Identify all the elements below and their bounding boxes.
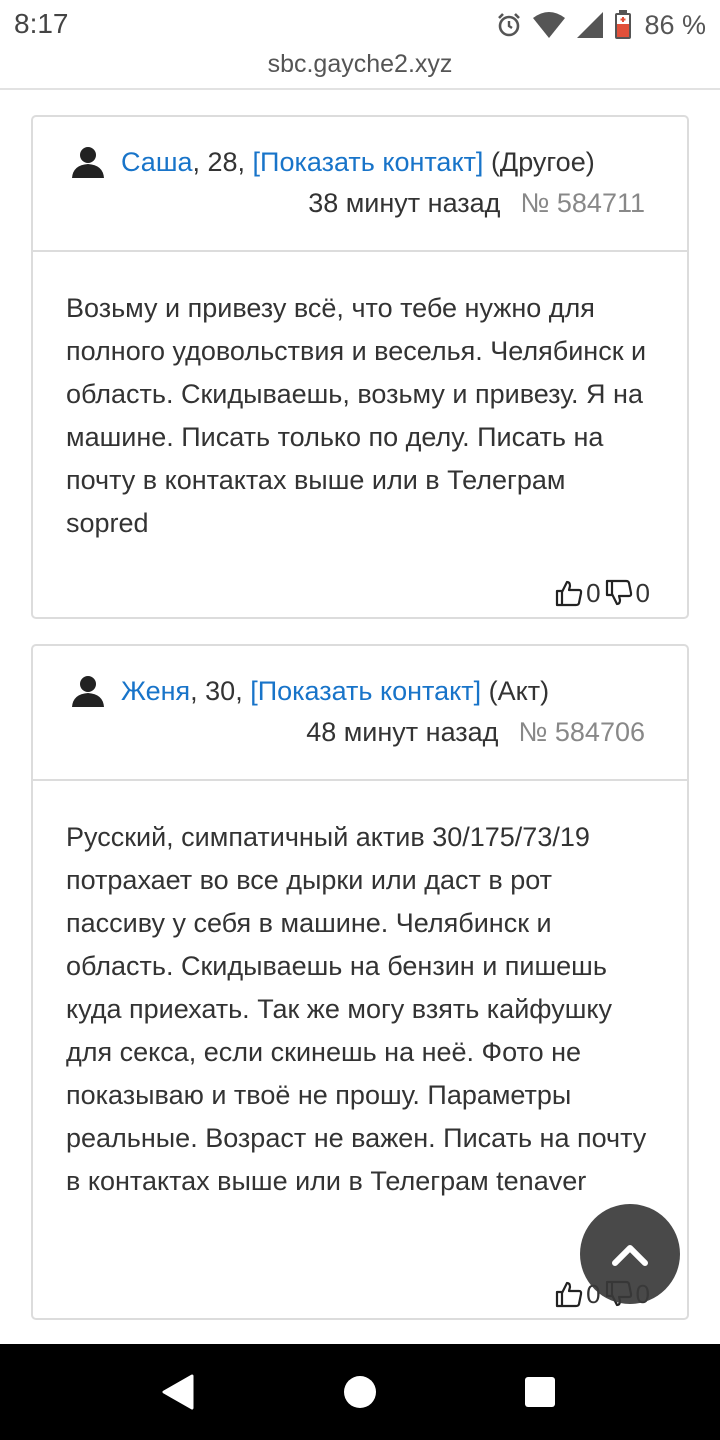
post-author-line: Женя , 30, [Показать контакт] (Акт) <box>71 674 549 708</box>
scroll-to-top-button[interactable] <box>580 1204 680 1304</box>
battery-percent: 86 % <box>644 9 706 40</box>
post-body: Русский, симпатичный актив 30/175/73/19 … <box>66 822 647 1196</box>
post-header: Женя , 30, [Показать контакт] (Акт) 48 м… <box>33 646 687 781</box>
post-meta: 38 минут назад № 584711 <box>308 188 645 219</box>
post-meta: 48 минут назад № 584706 <box>306 717 645 748</box>
author-age: , 28, <box>192 146 253 177</box>
post-number: № 584706 <box>518 717 645 747</box>
show-contact-link[interactable]: [Показать контакт] <box>250 676 481 707</box>
post-time: 48 минут назад <box>306 717 499 747</box>
author-role: (Другое) <box>483 146 595 177</box>
recents-icon[interactable] <box>525 1377 555 1407</box>
post-header: Саша , 28, [Показать контакт] (Другое) 3… <box>33 117 687 252</box>
post-author-line: Саша , 28, [Показать контакт] (Другое) <box>71 145 595 179</box>
post-number: № 584711 <box>520 188 645 218</box>
post-body: Возьму и привезу всё, что тебе нужно для… <box>66 293 647 538</box>
status-icons: 86 % <box>496 8 706 42</box>
thumbs-up-icon[interactable] <box>555 1280 583 1308</box>
thumbs-down-icon[interactable] <box>605 579 633 607</box>
author-name-link[interactable]: Саша <box>121 147 193 178</box>
thumbs-up-icon[interactable] <box>555 579 583 607</box>
signal-icon <box>577 12 604 38</box>
author-role: (Акт) <box>481 675 550 706</box>
back-icon[interactable] <box>160 1374 194 1410</box>
battery-charging-icon <box>615 10 632 39</box>
post-card: Саша , 28, [Показать контакт] (Другое) 3… <box>31 115 689 619</box>
post-card: Женя , 30, [Показать контакт] (Акт) 48 м… <box>31 644 689 1320</box>
user-icon <box>72 147 104 178</box>
wifi-icon <box>533 12 566 38</box>
post-votes: 0 0 <box>555 575 654 611</box>
post-time: 38 минут назад <box>308 188 501 218</box>
url-bar[interactable]: sbc.gayche2.xyz <box>0 50 720 90</box>
user-icon <box>72 676 104 707</box>
author-age: , 30, <box>190 675 251 706</box>
chevron-up-icon <box>612 1245 648 1266</box>
dislikes-count: 0 <box>635 577 650 608</box>
alarm-icon <box>498 13 521 37</box>
status-time: 8:17 <box>14 8 69 39</box>
url-divider <box>0 88 720 90</box>
status-bar: 8:17 86 % <box>0 0 720 50</box>
likes-count: 0 <box>586 577 601 608</box>
home-icon[interactable] <box>344 1376 376 1408</box>
show-contact-link[interactable]: [Показать контакт] <box>253 147 484 178</box>
navigation-bar <box>0 1344 720 1440</box>
author-name-link[interactable]: Женя <box>121 676 190 707</box>
